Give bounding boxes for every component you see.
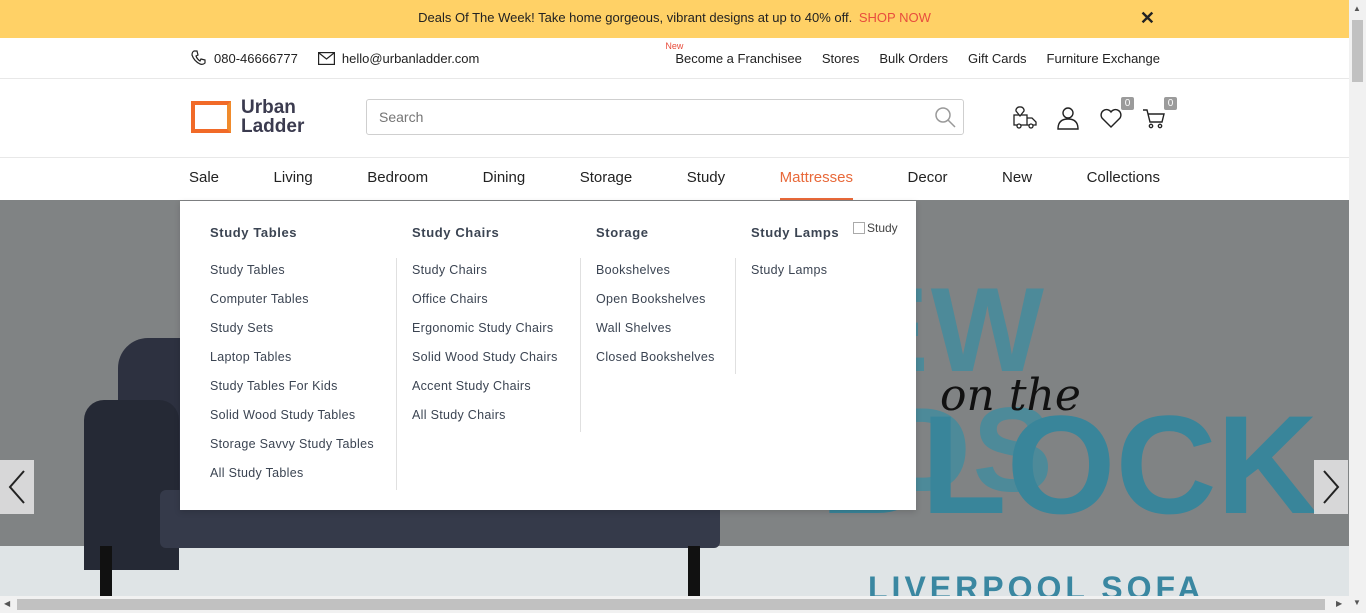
menu-link[interactable]: Bookshelves: [596, 263, 715, 292]
shop-now-link[interactable]: SHOP NOW: [859, 10, 931, 25]
horizontal-scrollbar[interactable]: ◀ ▶: [0, 596, 1349, 613]
urban-ladder-logo[interactable]: Urban Ladder: [191, 98, 304, 136]
contact-info: 080-46666777 hello@urbanladder.com: [191, 38, 479, 78]
horizontal-scroll-thumb[interactable]: [17, 599, 1325, 610]
broken-image-icon: [853, 222, 865, 234]
menu-heading[interactable]: Study Chairs: [412, 225, 499, 240]
franchise-label: Become a Franchisee: [675, 50, 802, 66]
logo-line1: Urban: [241, 97, 296, 118]
menu-heading[interactable]: Study Lamps: [751, 225, 839, 240]
menu-link[interactable]: Study Tables For Kids: [210, 379, 374, 408]
main-nav: Sale Living Bedroom Dining Storage Study…: [0, 158, 1349, 200]
menu-link[interactable]: Closed Bookshelves: [596, 350, 715, 379]
scroll-left-icon[interactable]: ◀: [4, 599, 10, 608]
promo-banner: Deals Of The Week! Take home gorgeous, v…: [0, 0, 1349, 38]
menu-link[interactable]: Study Lamps: [751, 263, 827, 292]
cart-button[interactable]: 0: [1141, 97, 1177, 131]
vertical-scrollbar[interactable]: ▲ ▼: [1349, 0, 1366, 613]
wishlist-button[interactable]: 0: [1098, 97, 1134, 131]
sofa-leg: [688, 546, 700, 596]
carousel-prev-button[interactable]: [0, 460, 34, 514]
header-icons: 0 0: [1012, 97, 1177, 131]
hero-subtitle: LIVERPOOL SOFA: [868, 570, 1205, 596]
menu-link[interactable]: Computer Tables: [210, 292, 374, 321]
user-icon: [1057, 107, 1079, 130]
nav-item-living[interactable]: Living: [274, 158, 313, 200]
nav-item-storage[interactable]: Storage: [580, 158, 633, 200]
menu-link[interactable]: Laptop Tables: [210, 350, 374, 379]
nav-item-dining[interactable]: Dining: [483, 158, 526, 200]
furniture-exchange-link[interactable]: Furniture Exchange: [1047, 51, 1160, 66]
menu-heading[interactable]: Study Tables: [210, 225, 297, 240]
menu-link[interactable]: Ergonomic Study Chairs: [412, 321, 558, 350]
phone-icon: [191, 50, 206, 65]
nav-item-collections[interactable]: Collections: [1087, 158, 1160, 200]
menu-heading[interactable]: Storage: [596, 225, 649, 240]
logo-text: Urban Ladder: [241, 98, 304, 136]
menu-link[interactable]: Wall Shelves: [596, 321, 715, 350]
track-order-button[interactable]: [1012, 105, 1038, 131]
menu-link[interactable]: Study Sets: [210, 321, 374, 350]
logo-line2: Ladder: [241, 116, 305, 137]
menu-link[interactable]: All Study Chairs: [412, 408, 558, 437]
menu-promo-image[interactable]: Study: [853, 221, 898, 235]
menu-link[interactable]: Study Tables: [210, 263, 374, 292]
franchise-link[interactable]: New Become a Franchisee: [665, 41, 802, 66]
logo-mark-icon: [191, 101, 231, 133]
gift-cards-link[interactable]: Gift Cards: [968, 51, 1027, 66]
utility-bar: 080-46666777 hello@urbanladder.com New B…: [0, 38, 1349, 79]
carousel-next-button[interactable]: [1314, 460, 1348, 514]
wishlist-count: 0: [1121, 97, 1134, 110]
nav-item-new[interactable]: New: [1002, 158, 1032, 200]
nav-item-sale[interactable]: Sale: [189, 158, 219, 200]
menu-link[interactable]: Office Chairs: [412, 292, 558, 321]
hero-script-text: on the: [940, 370, 1081, 421]
new-badge: New: [665, 40, 684, 51]
menu-link[interactable]: Open Bookshelves: [596, 292, 715, 321]
bulk-orders-link[interactable]: Bulk Orders: [879, 51, 948, 66]
nav-item-study[interactable]: Study: [687, 158, 725, 200]
menu-link[interactable]: Solid Wood Study Chairs: [412, 350, 558, 379]
promo-text: Deals Of The Week! Take home gorgeous, v…: [418, 10, 853, 25]
nav-item-mattresses[interactable]: Mattresses: [779, 158, 853, 200]
menu-link[interactable]: Accent Study Chairs: [412, 379, 558, 408]
chevron-right-icon: [1323, 470, 1340, 504]
phone-contact[interactable]: 080-46666777: [191, 50, 298, 66]
email-address: hello@urbanladder.com: [341, 50, 480, 66]
study-mega-menu: Study Tables Study Tables Computer Table…: [180, 201, 916, 510]
image-alt-text: Study: [867, 221, 898, 235]
nav-item-decor[interactable]: Decor: [908, 158, 948, 200]
site-header: Urban Ladder 0 0: [0, 79, 1349, 158]
search-box: [366, 99, 964, 135]
cart-count: 0: [1164, 97, 1177, 110]
chevron-left-icon: [8, 470, 25, 504]
utility-links: New Become a Franchisee Stores Bulk Orde…: [665, 38, 1160, 78]
menu-divider: [580, 258, 581, 432]
menu-divider: [396, 258, 397, 490]
scroll-right-icon[interactable]: ▶: [1336, 599, 1342, 608]
close-icon[interactable]: ✕: [1140, 0, 1155, 36]
email-contact[interactable]: hello@urbanladder.com: [317, 50, 480, 66]
profile-button[interactable]: [1055, 105, 1081, 131]
menu-link[interactable]: Solid Wood Study Tables: [210, 408, 374, 437]
menu-divider: [735, 258, 736, 374]
vertical-scroll-thumb[interactable]: [1352, 20, 1363, 82]
delivery-truck-icon: [1013, 106, 1037, 129]
sofa-leg: [100, 546, 112, 596]
stores-link[interactable]: Stores: [822, 51, 860, 66]
scroll-down-icon[interactable]: ▼: [1353, 598, 1361, 607]
scroll-up-icon[interactable]: ▲: [1353, 4, 1361, 13]
mail-icon: [317, 51, 335, 65]
menu-link[interactable]: All Study Tables: [210, 466, 374, 495]
nav-item-bedroom[interactable]: Bedroom: [367, 158, 428, 200]
phone-number: 080-46666777: [214, 50, 298, 66]
search-input[interactable]: [377, 100, 921, 134]
menu-link[interactable]: Study Chairs: [412, 263, 558, 292]
cart-icon: [1143, 109, 1165, 129]
heart-icon: [1100, 108, 1122, 128]
search-icon[interactable]: [933, 105, 957, 129]
menu-link[interactable]: Storage Savvy Study Tables: [210, 437, 374, 466]
